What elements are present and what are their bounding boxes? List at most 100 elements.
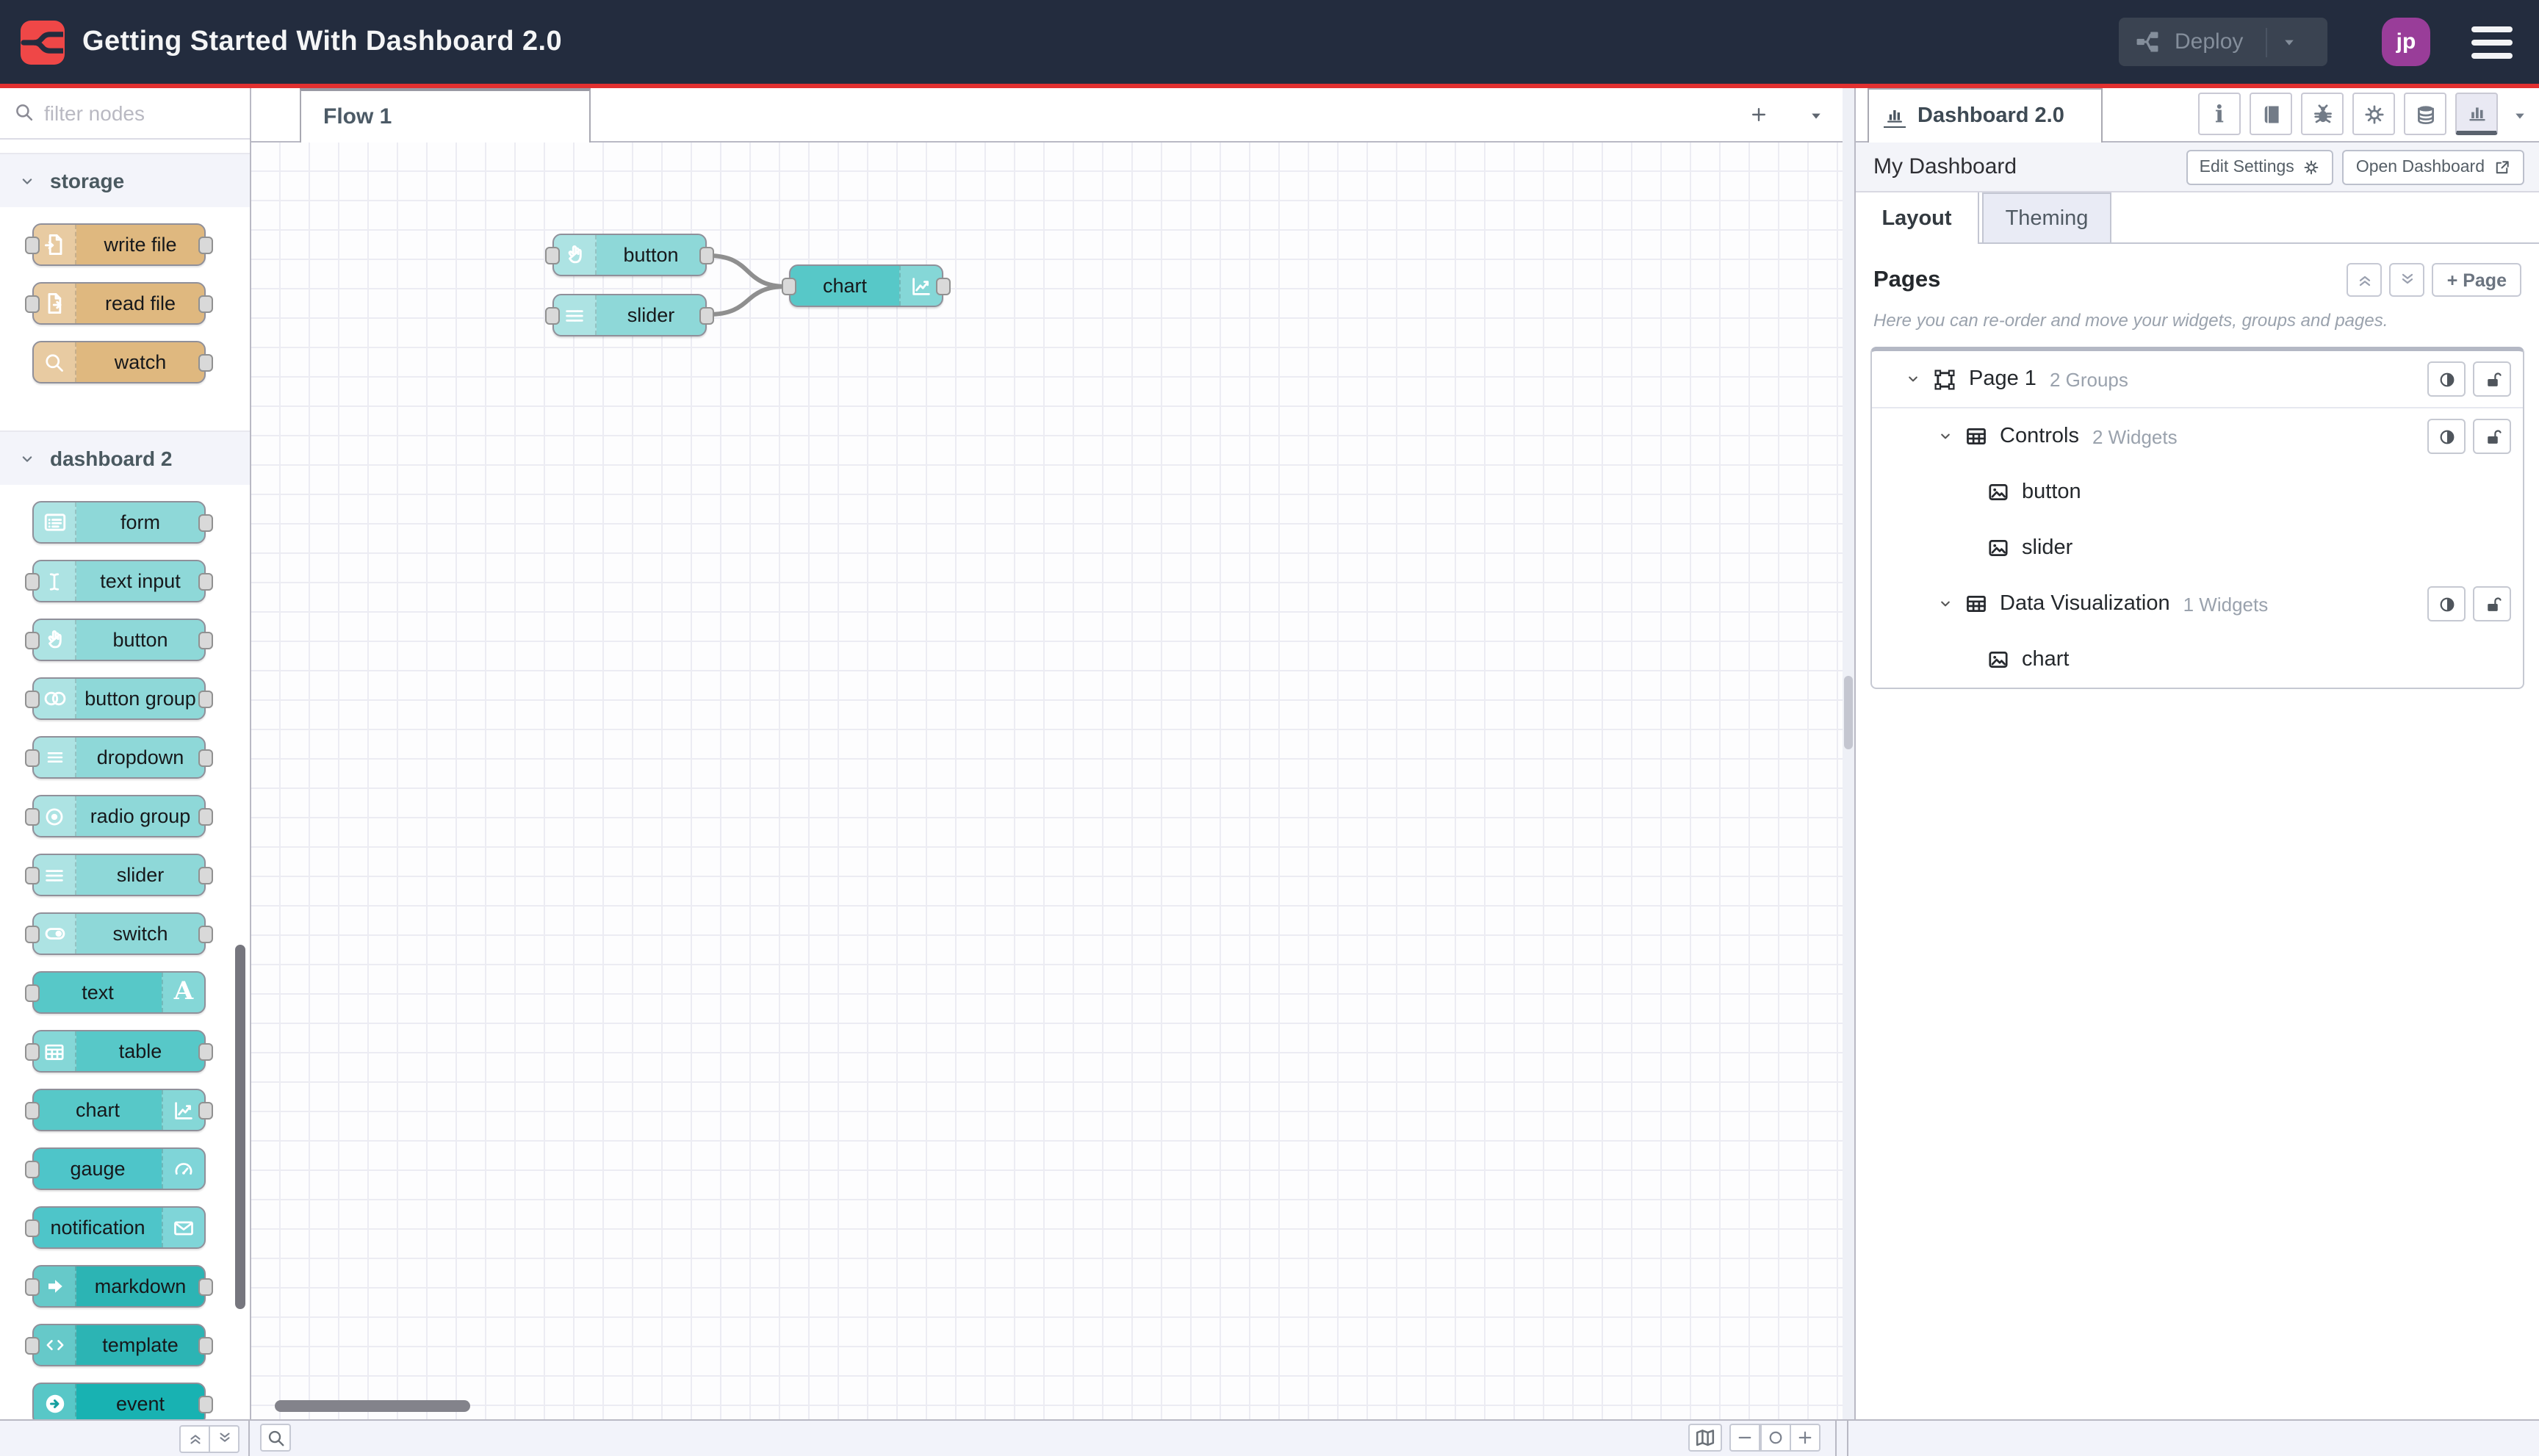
node-output-port[interactable] (198, 572, 213, 590)
main-menu-button[interactable] (2471, 26, 2513, 58)
palette-node-table[interactable]: table (25, 1030, 213, 1073)
palette-node-markdown[interactable]: markdown (25, 1265, 213, 1308)
lock-button[interactable] (2473, 361, 2511, 397)
node-output-port[interactable] (198, 749, 213, 766)
avatar[interactable]: jp (2382, 18, 2430, 66)
palette-node-chart[interactable]: chart (25, 1089, 213, 1131)
palette-node-button[interactable]: button (25, 619, 213, 661)
lock-button[interactable] (2473, 419, 2511, 454)
flow-node-button[interactable]: button (545, 234, 714, 276)
canvas-vertical-scrollbar[interactable] (1844, 676, 1853, 749)
flow-node-chart[interactable]: chart (782, 264, 951, 307)
node-input-port[interactable] (25, 807, 40, 825)
zoom-reset-button[interactable] (1760, 1424, 1791, 1452)
canvas-horizontal-scrollbar[interactable] (275, 1400, 470, 1412)
palette-node-gauge[interactable]: gauge (25, 1147, 206, 1190)
node-output-port[interactable] (198, 631, 213, 649)
node-input-port[interactable] (25, 925, 40, 943)
tree-row-widget-chart[interactable]: chart (1872, 632, 2523, 688)
zoom-out-button[interactable] (1729, 1424, 1760, 1452)
palette-node-slider[interactable]: slider (25, 854, 213, 896)
add-page-button[interactable]: + Page (2432, 263, 2521, 297)
context-tab-button[interactable] (2404, 93, 2446, 135)
node-input-port[interactable] (25, 572, 40, 590)
flow-node-slider[interactable]: slider (545, 294, 714, 336)
lock-button[interactable] (2473, 586, 2511, 621)
search-flows-button[interactable] (260, 1424, 291, 1452)
palette-node-text-input[interactable]: text input (25, 560, 213, 602)
expand-all-button[interactable] (2389, 263, 2425, 297)
config-tab-button[interactable] (2352, 93, 2395, 135)
palette-scrollbar[interactable] (235, 945, 245, 1309)
chevron-down-icon[interactable] (1904, 370, 1922, 388)
palette-node-text[interactable]: A text (25, 971, 206, 1014)
palette-node-form[interactable]: form (32, 501, 213, 544)
node-output-port[interactable] (198, 353, 213, 371)
debug-tab-button[interactable] (2301, 93, 2344, 135)
palette-node-template[interactable]: template (25, 1324, 213, 1366)
node-input-port[interactable] (25, 749, 40, 766)
node-output-port[interactable] (198, 690, 213, 707)
deploy-button[interactable]: Deploy (2119, 18, 2327, 66)
dashboard-tab-button[interactable] (2455, 93, 2498, 135)
tree-row-page-1[interactable]: Page 1 2 Groups (1872, 351, 2523, 408)
navigator-map-button[interactable] (1688, 1424, 1722, 1452)
visibility-button[interactable] (2427, 586, 2466, 621)
node-output-port[interactable] (198, 1042, 213, 1060)
node-output-port[interactable] (699, 246, 714, 264)
tree-row-data-visualization[interactable]: Data Visualization 1 Widgets (1872, 576, 2523, 632)
node-input-port[interactable] (25, 1219, 40, 1236)
node-input-port[interactable] (25, 295, 40, 312)
node-input-port[interactable] (25, 1336, 40, 1354)
palette-node-notification[interactable]: notification (25, 1206, 206, 1249)
filter-nodes-input[interactable] (0, 88, 250, 138)
palette-node-button-group[interactable]: button group (25, 677, 213, 720)
node-input-port[interactable] (25, 1042, 40, 1060)
wire-slider-chart[interactable] (707, 284, 787, 317)
palette-node-watch[interactable]: watch (32, 341, 213, 383)
palette-node-write-file[interactable]: write file (25, 223, 213, 266)
chevron-down-icon[interactable] (1937, 595, 1954, 613)
tab-flow-1[interactable]: Flow 1 (300, 88, 591, 143)
node-output-port[interactable] (198, 807, 213, 825)
add-flow-button[interactable] (1743, 98, 1775, 131)
wire-button-chart[interactable] (707, 253, 787, 289)
node-output-port[interactable] (198, 236, 213, 253)
node-output-port[interactable] (198, 1277, 213, 1295)
node-output-port[interactable] (936, 277, 951, 295)
tree-row-controls[interactable]: Controls 2 Widgets (1872, 408, 2523, 464)
palette-node-dropdown[interactable]: dropdown (25, 736, 213, 779)
node-output-port[interactable] (198, 1336, 213, 1354)
node-output-port[interactable] (198, 1101, 213, 1119)
visibility-button[interactable] (2427, 361, 2466, 397)
flow-list-button[interactable] (1807, 107, 1825, 125)
node-input-port[interactable] (545, 306, 560, 324)
sidebar-tab-list-button[interactable] (2511, 107, 2529, 125)
node-output-port[interactable] (699, 306, 714, 324)
node-input-port[interactable] (25, 690, 40, 707)
info-tab-button[interactable]: i (2198, 93, 2241, 135)
node-input-port[interactable] (25, 984, 40, 1001)
help-tab-button[interactable] (2250, 93, 2292, 135)
flow-canvas[interactable]: button slider chart (251, 143, 1843, 1419)
tree-row-widget-button[interactable]: button (1872, 464, 2523, 520)
palette-node-switch[interactable]: switch (25, 912, 213, 955)
tab-layout[interactable]: Layout (1856, 192, 1979, 244)
node-input-port[interactable] (782, 277, 796, 295)
node-input-port[interactable] (25, 1277, 40, 1295)
node-output-port[interactable] (198, 513, 213, 531)
collapse-all-button[interactable] (2347, 263, 2383, 297)
tab-dashboard-2[interactable]: Dashboard 2.0 (1868, 88, 2103, 143)
node-output-port[interactable] (198, 295, 213, 312)
palette-node-radio-group[interactable]: radio group (25, 795, 213, 837)
open-dashboard-button[interactable]: Open Dashboard (2342, 149, 2524, 184)
edit-settings-button[interactable]: Edit Settings (2186, 149, 2334, 184)
node-input-port[interactable] (25, 1160, 40, 1178)
palette-collapse-all-button[interactable] (179, 1424, 210, 1452)
node-input-port[interactable] (25, 236, 40, 253)
chevron-down-icon[interactable] (1937, 428, 1954, 445)
palette-expand-all-button[interactable] (209, 1424, 240, 1452)
tree-row-widget-slider[interactable]: slider (1872, 520, 2523, 576)
node-input-port[interactable] (25, 631, 40, 649)
palette-node-event[interactable]: event (32, 1383, 213, 1419)
